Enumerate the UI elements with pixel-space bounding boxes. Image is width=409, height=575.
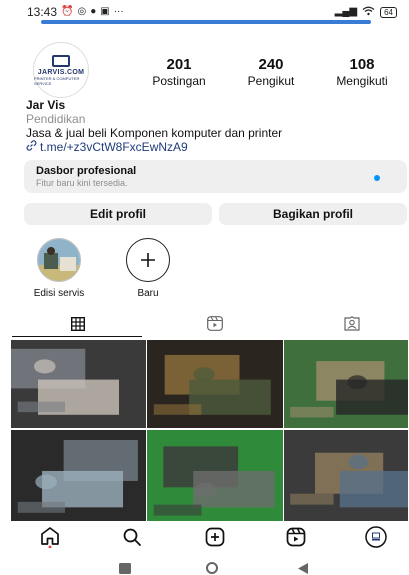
profile-icon xyxy=(365,525,387,553)
bottom-navigation xyxy=(0,524,409,552)
profile-avatar[interactable]: JARVIS.COM PRINTER & COMPUTER SERVICE xyxy=(33,42,89,98)
post-thumbnail[interactable] xyxy=(11,430,146,521)
avatar-logo-subtext: PRINTER & COMPUTER SERVICE xyxy=(34,75,80,86)
profile-link-text: t.me/+z3vCtW8FxcEwNzA9 xyxy=(40,140,188,154)
profile-bio-text: Jasa & jual beli Komponen komputer dan p… xyxy=(26,126,283,140)
stat-following-value: 108 xyxy=(349,56,375,73)
share-profile-button[interactable]: Bagikan profil xyxy=(219,203,407,225)
top-accent-bar xyxy=(41,20,371,24)
edit-profile-button[interactable]: Edit profil xyxy=(24,203,212,225)
highlight-new[interactable]: Baru xyxy=(113,238,183,299)
alarm-icon: ⏰ xyxy=(61,6,74,17)
post-photo xyxy=(147,430,283,521)
tagged-icon xyxy=(344,316,360,336)
nav-home[interactable] xyxy=(38,526,62,553)
profile-name: Jar Vis xyxy=(26,98,66,112)
back-button[interactable] xyxy=(298,561,308,575)
post-photo xyxy=(11,430,146,521)
tab-posts[interactable] xyxy=(10,314,146,338)
highlight-edisi-servis[interactable]: Edisi servis xyxy=(24,238,94,299)
profile-category: Pendidikan xyxy=(26,112,86,126)
post-thumbnail[interactable] xyxy=(11,340,146,428)
stat-following[interactable]: 108 Mengikuti xyxy=(326,56,398,88)
home-system-button[interactable] xyxy=(205,561,219,575)
post-thumbnail[interactable] xyxy=(284,340,408,428)
stat-posts-label: Postingan xyxy=(152,74,206,88)
stat-followers-value: 240 xyxy=(258,56,284,73)
profile-header: JARVIS.COM PRINTER & COMPUTER SERVICE 20… xyxy=(0,40,409,100)
post-photo xyxy=(147,340,283,428)
dashboard-subtitle: Fitur baru kini tersedia. xyxy=(36,178,128,188)
post-photo xyxy=(284,340,408,428)
link-icon xyxy=(26,140,37,154)
professional-dashboard[interactable]: Dasbor profesional Fitur baru kini terse… xyxy=(24,160,407,193)
create-icon xyxy=(205,527,225,552)
recents-button[interactable] xyxy=(119,561,131,575)
post-grid xyxy=(11,340,408,521)
nav-profile[interactable] xyxy=(364,525,388,553)
notification-icon: ▣ xyxy=(100,6,110,17)
stat-posts-value: 201 xyxy=(166,56,192,73)
status-time: 13:43 xyxy=(27,5,58,19)
highlight-new-label: Baru xyxy=(137,288,159,299)
stat-followers[interactable]: 240 Pengikut xyxy=(238,56,304,88)
highlight-cover xyxy=(37,238,81,282)
home-icon xyxy=(40,526,60,553)
post-photo xyxy=(11,340,146,428)
highlight-label: Edisi servis xyxy=(33,288,85,299)
stat-following-label: Mengikuti xyxy=(336,74,388,88)
plus-icon xyxy=(126,238,170,282)
circle-app-icon: ● xyxy=(90,6,97,17)
system-navigation xyxy=(0,558,409,575)
post-photo xyxy=(284,430,408,521)
whatsapp-icon: ◎ xyxy=(77,6,87,17)
wifi-icon xyxy=(362,6,375,19)
stat-followers-label: Pengikut xyxy=(247,74,295,88)
search-icon xyxy=(122,527,142,552)
post-thumbnail[interactable] xyxy=(147,340,283,428)
profile-link[interactable]: t.me/+z3vCtW8FxcEwNzA9 xyxy=(26,140,282,154)
nav-create[interactable] xyxy=(203,527,227,552)
nav-reels[interactable] xyxy=(284,527,308,552)
battery-icon: 64 xyxy=(380,6,397,18)
more-notifications-icon: ··· xyxy=(113,6,124,17)
profile-bio: Jar Vis Pendidikan Jasa & jual beli Komp… xyxy=(26,98,282,154)
profile-tabs xyxy=(0,314,409,338)
post-thumbnail[interactable] xyxy=(284,430,408,521)
new-feature-dot xyxy=(374,175,380,181)
stat-posts[interactable]: 201 Postingan xyxy=(144,56,214,88)
tab-tagged[interactable] xyxy=(284,314,409,338)
signal-icon: ▂▄▆ xyxy=(334,6,358,17)
monitor-logo-icon xyxy=(52,54,70,67)
grid-icon xyxy=(70,316,86,336)
reels-nav-icon xyxy=(286,527,306,552)
reels-icon xyxy=(207,316,223,336)
avatar-logo-text: JARVIS.COM xyxy=(37,68,85,76)
tab-reels[interactable] xyxy=(147,314,283,338)
nav-search[interactable] xyxy=(120,528,144,550)
active-tab-indicator xyxy=(12,336,142,337)
dashboard-title: Dasbor profesional xyxy=(36,165,137,177)
post-thumbnail[interactable] xyxy=(147,430,283,521)
